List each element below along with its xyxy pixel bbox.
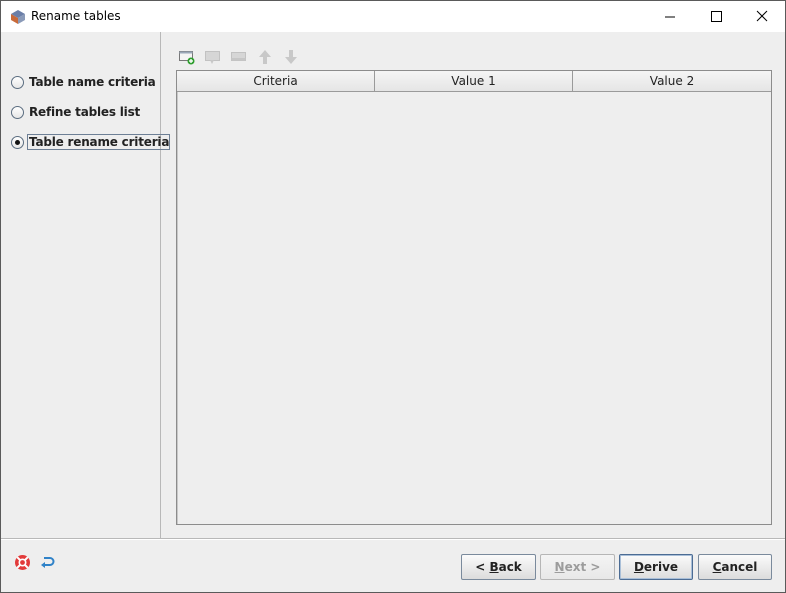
step-table-rename-criteria[interactable]: Table rename criteria [11,133,171,151]
button-label: Next > [554,560,601,574]
derive-button[interactable]: Derive [619,554,693,580]
radio-button[interactable] [11,105,24,119]
minimize-button[interactable] [647,1,693,32]
step-label: Table rename criteria [27,134,171,150]
table-header: Criteria Value 1 Value 2 [177,71,771,92]
radio-button-selected[interactable] [11,135,24,149]
undo-icon[interactable] [39,554,56,571]
step-label: Table name criteria [29,75,156,89]
edit-row-button[interactable] [203,47,223,67]
title-bar: Rename tables [1,1,785,32]
column-header-criteria[interactable]: Criteria [177,71,375,91]
app-logo-icon [10,9,26,25]
maximize-button[interactable] [693,1,739,32]
add-row-button[interactable] [177,47,197,67]
rename-tables-window: Rename tables Table name criteria Refine [0,0,786,593]
button-label: Cancel [712,560,758,574]
add-row-icon [179,51,195,65]
help-icon[interactable] [14,554,31,571]
move-down-icon [285,50,297,64]
column-header-value-1[interactable]: Value 1 [375,71,573,91]
minimize-icon [665,16,675,18]
steps-panel: Table name criteria Refine tables list T… [1,32,171,538]
edit-row-icon [205,51,220,64]
next-button[interactable]: Next > [540,554,615,580]
move-down-button[interactable] [281,47,301,67]
radio-button[interactable] [11,75,24,89]
window-title: Rename tables [31,9,121,23]
step-table-name-criteria[interactable]: Table name criteria [11,73,156,91]
maximize-icon [711,11,722,22]
step-refine-tables-list[interactable]: Refine tables list [11,103,140,121]
move-up-button[interactable] [255,47,275,67]
close-button[interactable] [739,1,785,32]
criteria-table[interactable]: Criteria Value 1 Value 2 [176,70,772,525]
table-body [177,92,178,524]
delete-row-button[interactable] [229,47,249,67]
step-label: Refine tables list [29,105,141,119]
column-header-value-2[interactable]: Value 2 [573,71,771,91]
button-label: Derive [633,560,679,574]
delete-row-icon [231,52,246,61]
footer-divider-highlight [1,539,785,540]
back-button[interactable]: < Back [461,554,536,580]
cancel-button[interactable]: Cancel [698,554,772,580]
move-up-icon [259,50,271,64]
button-label: < Back [475,560,522,574]
criteria-toolbar [177,47,301,67]
close-icon [756,10,768,22]
